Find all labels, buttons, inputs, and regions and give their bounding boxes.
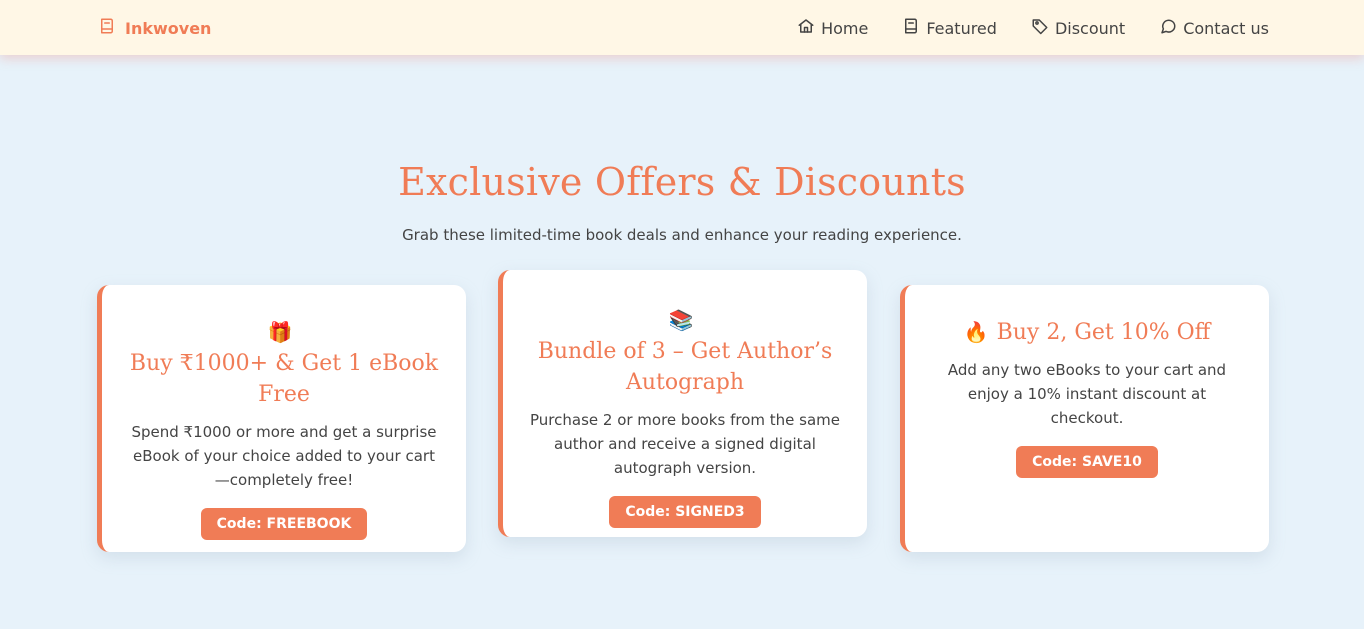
nav-link-contact[interactable]: Contact us [1159,17,1269,39]
code-button-freebook[interactable]: Code: FREEBOOK [200,508,368,540]
offer-card-signed3: 📚 Bundle of 3 – Get Author’s Autograph P… [498,270,867,537]
chat-icon [1159,17,1177,39]
nav-link-label: Home [821,18,869,38]
offer-description: Purchase 2 or more books from the same a… [530,411,840,477]
code-button-signed3[interactable]: Code: SIGNED3 [609,496,761,528]
nav-link-label: Contact us [1183,18,1269,38]
nav-link-label: Discount [1054,18,1126,38]
fire-icon: 🔥 [963,320,989,344]
nav-links: Home Featured Discount Contact us [797,17,1269,39]
page-subtitle: Grab these limited-time book deals and e… [402,226,962,244]
offer-title-text: Buy ₹1000+ & Get 1 eBook Free [129,351,439,407]
nav-link-discount[interactable]: Discount [1031,17,1125,39]
brand-logo[interactable]: Inkwoven [98,17,211,39]
book-logo-icon [98,17,116,39]
brand-name: Inkwoven [125,18,212,38]
code-button-save10[interactable]: Code: SAVE10 [1016,446,1158,478]
offer-title: 🎁 Buy ₹1000+ & Get 1 eBook Free [128,317,440,410]
gift-icon: 🎁 [267,320,293,344]
books-icon: 📚 [668,308,694,332]
offer-title: 🔥 Buy 2, Get 10% Off [931,317,1243,348]
book-icon [902,17,920,39]
offer-card-save10: 🔥 Buy 2, Get 10% Off Add any two eBooks … [900,285,1269,552]
offer-description: Add any two eBooks to your cart and enjo… [947,361,1227,427]
nav-link-featured[interactable]: Featured [902,17,997,39]
page-title: Exclusive Offers & Discounts [398,160,966,204]
nav-link-home[interactable]: Home [797,17,868,39]
offer-title-text: Buy 2, Get 10% Off [996,320,1211,345]
offer-title: 📚 Bundle of 3 – Get Author’s Autograph [529,305,841,398]
nav-link-label: Featured [926,18,997,38]
offer-description: Spend ₹1000 or more and get a surprise e… [131,423,437,489]
home-icon [797,17,815,39]
navbar: Inkwoven Home Featured Discount Contact … [0,0,1364,55]
offer-title-text: Bundle of 3 – Get Author’s Autograph [537,339,833,395]
tag-icon [1031,17,1049,39]
offer-card-freebook: 🎁 Buy ₹1000+ & Get 1 eBook Free Spend ₹1… [97,285,466,552]
